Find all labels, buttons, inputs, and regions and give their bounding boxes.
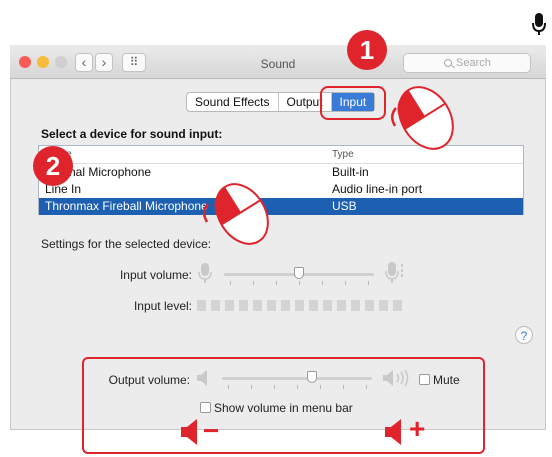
slider-tick: [230, 281, 231, 285]
input-device-table[interactable]: Name Type Internal Microphone Built-in L…: [38, 145, 524, 215]
forward-button[interactable]: ›: [95, 53, 113, 72]
step-2-badge: 2: [33, 146, 73, 186]
step-1-badge: 1: [347, 30, 387, 70]
microphone-high-icon: [385, 262, 403, 283]
show-volume-checkbox[interactable]: [200, 402, 211, 413]
input-level-segment: [239, 300, 248, 311]
input-level-label: Input level:: [133, 299, 192, 313]
slider-tick: [368, 281, 369, 285]
search-field[interactable]: Search: [403, 53, 531, 73]
input-level-segment: [267, 300, 276, 311]
microphone-low-icon: [198, 263, 212, 283]
input-volume-label: Input volume:: [119, 268, 192, 282]
input-level-segment: [365, 300, 374, 311]
slider-tick: [228, 385, 229, 389]
slider-tick: [345, 281, 346, 285]
zoom-window-button[interactable]: [55, 56, 67, 68]
device-name: Thronmax Fireball Microphone: [45, 199, 208, 213]
slider-tick: [343, 385, 344, 389]
input-tab-highlight-box: [320, 86, 386, 120]
device-type: Audio line-in port: [332, 182, 423, 196]
slider-tick: [274, 385, 275, 389]
table-row[interactable]: Internal Microphone Built-in: [39, 164, 523, 181]
column-header-type: Type: [332, 149, 354, 160]
window-title: Sound: [260, 57, 296, 71]
slider-tick: [320, 385, 321, 389]
input-level-segment: [225, 300, 234, 311]
input-level-segment: [379, 300, 388, 311]
input-volume-ticks: [224, 281, 374, 286]
mouse-click-icon: [391, 86, 454, 150]
table-row-selected[interactable]: Thronmax Fireball Microphone USB: [39, 198, 523, 215]
device-type: USB: [332, 199, 357, 213]
settings-label: Settings for the selected device:: [41, 237, 212, 251]
input-level-segment: [309, 300, 318, 311]
search-icon: [444, 59, 452, 67]
tab-sound-effects[interactable]: Sound Effects: [187, 93, 279, 111]
mute-label: Mute: [433, 373, 460, 387]
input-device-heading: Select a device for sound input:: [41, 127, 223, 141]
slider-tick: [366, 385, 367, 389]
input-level-segment: [323, 300, 332, 311]
show-volume-label: Show volume in menu bar: [214, 401, 353, 415]
device-type: Built-in: [332, 165, 369, 179]
menu-bar-microphone-icon[interactable]: [531, 12, 547, 36]
slider-tick: [297, 385, 298, 389]
input-level-segment: [351, 300, 360, 311]
input-level-meter: [197, 300, 407, 312]
volume-down-speaker-icon: [181, 419, 197, 445]
input-level-segment: [295, 300, 304, 311]
slider-tick: [253, 281, 254, 285]
back-button[interactable]: ‹: [75, 53, 93, 72]
output-volume-label: Output volume:: [108, 373, 190, 387]
help-icon: ?: [520, 329, 528, 343]
volume-up-sign: +: [409, 413, 426, 444]
show-all-grid-button[interactable]: ⠿: [122, 53, 146, 72]
mouse-click-icon: [203, 183, 269, 245]
slider-tick: [251, 385, 252, 389]
input-level-segment: [211, 300, 220, 311]
close-window-button[interactable]: [19, 56, 31, 68]
slider-tick: [276, 281, 277, 285]
output-volume-slider-knob[interactable]: [307, 371, 317, 383]
speaker-high-icon: [383, 369, 409, 387]
input-volume-slider-knob[interactable]: [294, 267, 304, 279]
slider-tick: [322, 281, 323, 285]
input-level-segment: [253, 300, 262, 311]
table-row[interactable]: Line In Audio line-in port: [39, 181, 523, 198]
minimize-window-button[interactable]: [37, 56, 49, 68]
output-volume-slider[interactable]: [222, 377, 372, 380]
help-button[interactable]: ?: [515, 326, 533, 344]
slider-tick: [299, 281, 300, 285]
volume-up-speaker-icon: [385, 419, 401, 445]
mute-checkbox[interactable]: [419, 374, 430, 385]
search-placeholder: Search: [456, 57, 491, 69]
output-volume-ticks: [222, 385, 372, 390]
input-level-segment: [337, 300, 346, 311]
input-level-segment: [281, 300, 290, 311]
input-level-segment: [393, 300, 402, 311]
input-level-segment: [197, 300, 206, 311]
speaker-low-icon: [197, 370, 207, 386]
volume-down-sign: −: [203, 415, 220, 446]
